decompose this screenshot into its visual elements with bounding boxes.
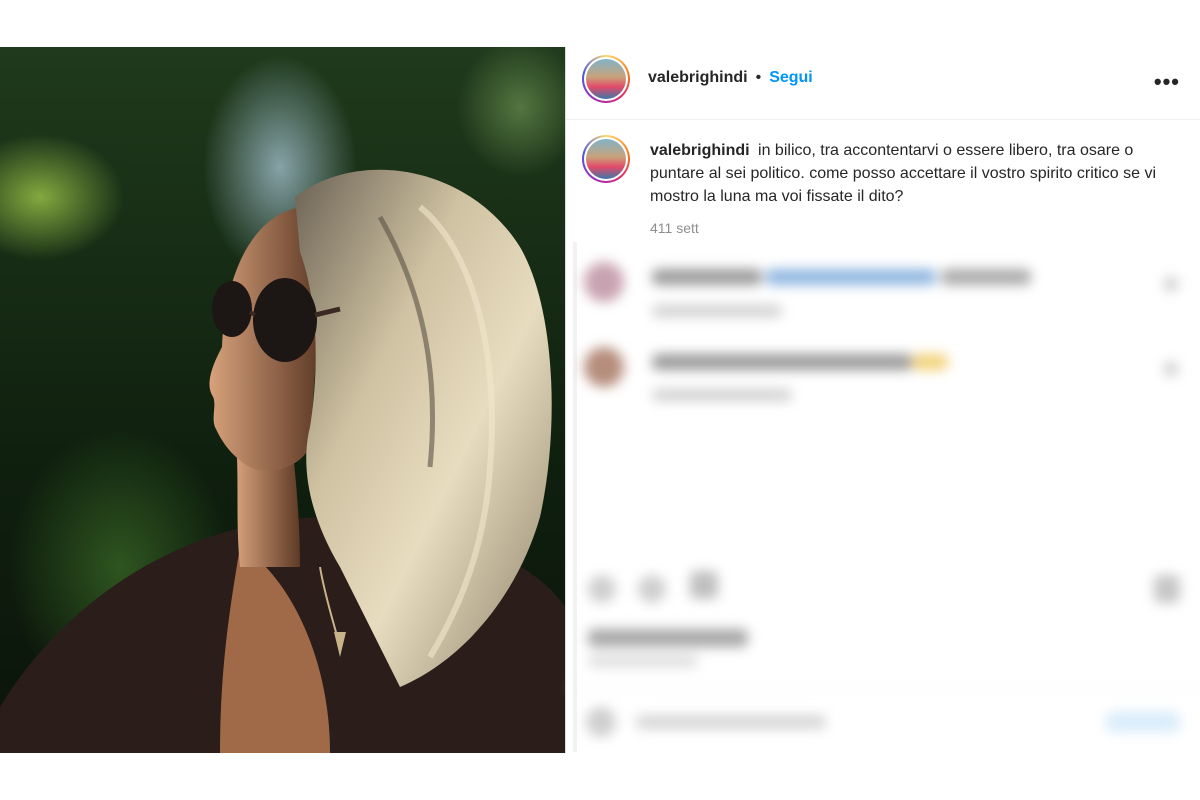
post-header: valebrighindi • Segui ••• (566, 47, 1200, 120)
comment-meta (652, 389, 792, 401)
post-timestamp[interactable]: 411 sett (650, 220, 699, 236)
separator-dot: • (755, 69, 762, 86)
comment-icon[interactable] (638, 575, 666, 603)
post-caption: valebrighindi in bilico, tra accontentar… (650, 139, 1170, 208)
like-icon[interactable] (588, 575, 616, 603)
comments-scrollbar[interactable] (573, 242, 577, 752)
more-options-icon[interactable]: ••• (1154, 69, 1180, 95)
header-user-row: valebrighindi • Segui (648, 69, 813, 87)
comment-avatar (584, 347, 624, 387)
avatar-border (584, 57, 628, 101)
post-photo[interactable] (0, 47, 565, 753)
avatar-image (586, 59, 626, 99)
comment-line (652, 269, 762, 285)
caption-avatar-border (584, 137, 628, 181)
comment-input[interactable] (636, 715, 826, 729)
instagram-post: valebrighindi • Segui ••• valebrighindi … (0, 47, 1200, 753)
likes-count (588, 629, 748, 647)
caption-username[interactable]: valebrighindi (650, 142, 750, 159)
comment-emoji (912, 354, 948, 370)
post-side-panel: valebrighindi • Segui ••• valebrighindi … (566, 47, 1200, 753)
comment-avatar (584, 262, 624, 302)
comment-line (941, 269, 1031, 285)
share-icon[interactable] (690, 571, 718, 599)
post-comment-button[interactable] (1106, 712, 1180, 732)
caption-avatar-image (586, 139, 626, 179)
photo-illustration (0, 169, 565, 753)
caption-avatar[interactable] (582, 135, 630, 183)
comment-line (652, 354, 912, 370)
comment-mention (766, 269, 936, 285)
header-username[interactable]: valebrighindi (648, 69, 748, 87)
save-icon[interactable] (1154, 575, 1180, 603)
follow-button[interactable]: Segui (769, 69, 813, 87)
emoji-icon[interactable] (586, 707, 616, 737)
profile-avatar[interactable] (582, 55, 630, 103)
comment-meta (652, 305, 782, 317)
comment-like-icon (1164, 362, 1178, 376)
comment-box-divider (566, 687, 1200, 688)
comment-like-icon (1164, 277, 1178, 291)
post-date (588, 655, 698, 667)
